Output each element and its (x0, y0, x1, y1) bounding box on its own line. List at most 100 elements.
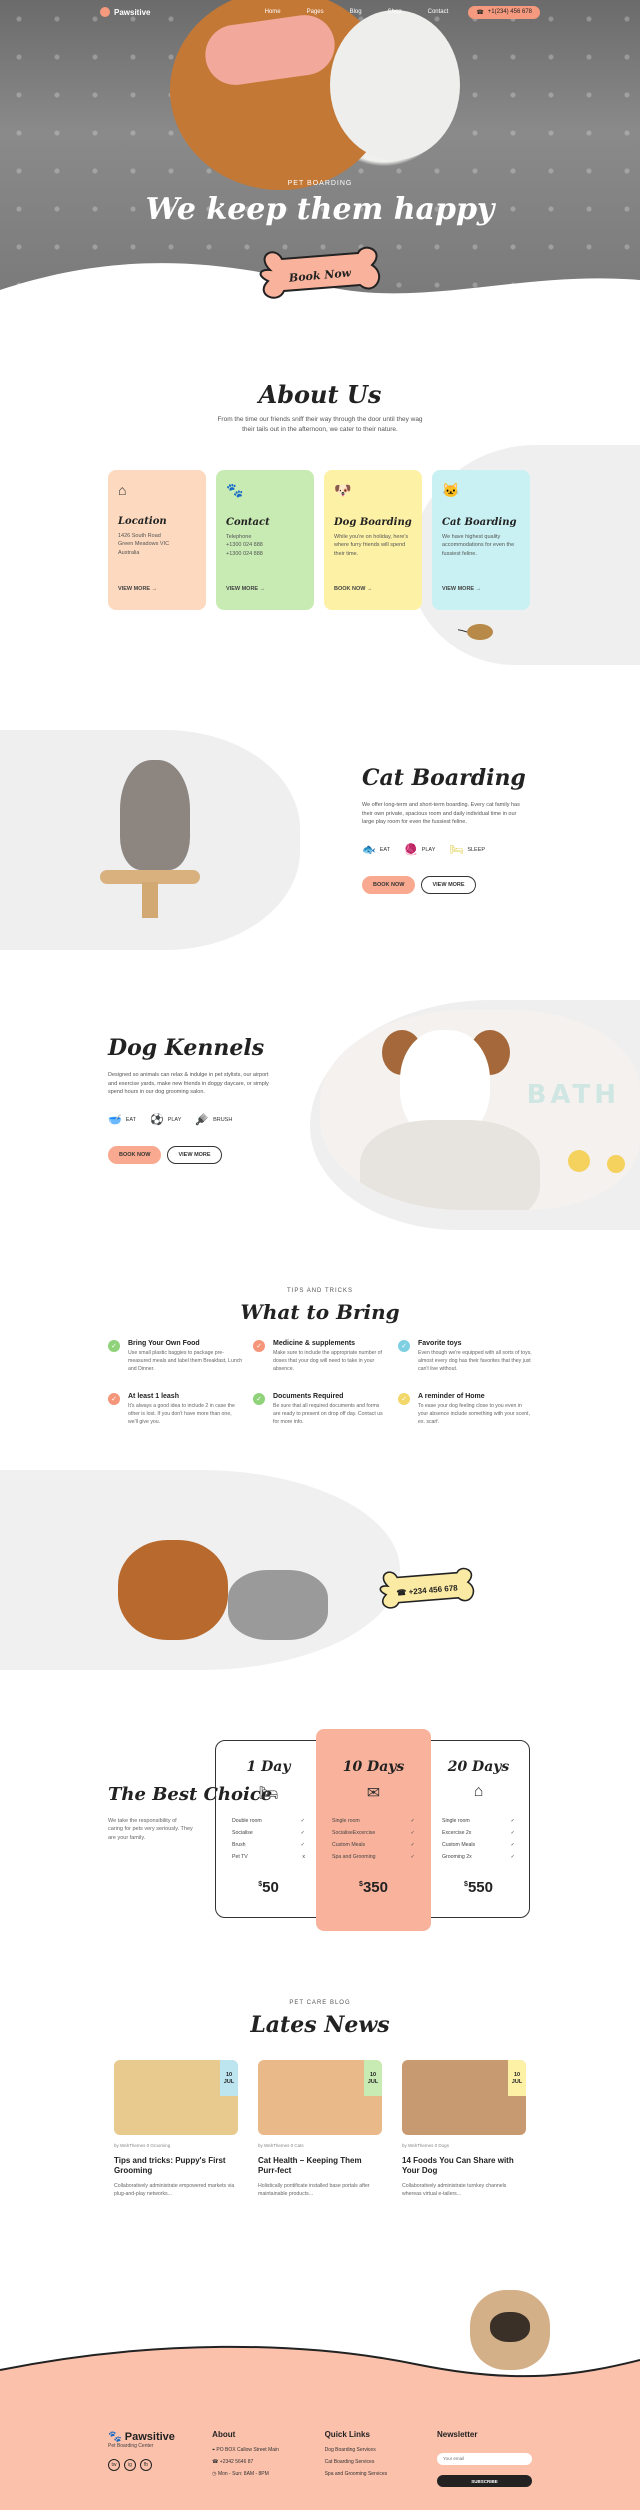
dog-book-now-button[interactable]: BOOK NOW (108, 1145, 162, 1164)
newsletter-email-input[interactable] (436, 2452, 532, 2465)
card-text: 1426 South Road Green Meadows VIC Austra… (118, 533, 170, 556)
footer-wave (0, 2345, 640, 2400)
tip-title: Medicine & supplements (273, 1340, 356, 1347)
about-title: About Us (258, 380, 382, 409)
card-link-book-now[interactable]: BOOK NOW → (334, 586, 373, 592)
post-title[interactable]: Cat Health – Keeping Them Purr-fect (258, 2156, 382, 2177)
footer-tagline: Pet Boarding Center (108, 2443, 154, 2449)
cat-view-more-button[interactable]: VIEW MORE (421, 875, 476, 894)
bowl-icon: 🥣 (108, 1113, 122, 1126)
newsletter-title: Newsletter (436, 2430, 478, 2439)
dog-view-more-button[interactable]: VIEW MORE (167, 1145, 222, 1164)
dog-kennels-section: BATH Dog Kennels Designed so animals can… (0, 980, 640, 1260)
footer-address: ⌖ PO BOX Callow Street Main (212, 2447, 279, 2453)
post-card[interactable]: 10 JUL by WebThemes 0 Dogs 14 Foods You C… (402, 2060, 526, 2198)
post-excerpt: Holistically pontificate installed base … (258, 2182, 370, 2197)
post-title[interactable]: Tips and tricks: Puppy's First Grooming (114, 2156, 238, 2177)
plan-feature: Single room ✓ (332, 1818, 415, 1824)
tip-title: Favorite toys (418, 1340, 462, 1347)
cat-tree-pole (142, 882, 158, 918)
feature-eat: 🐟 EAT (362, 843, 390, 856)
footer-wave-area (0, 2270, 640, 2400)
plan-feature: Socialise ✓ (232, 1830, 305, 1836)
plan-feature: Brush ✓ (232, 1842, 305, 1848)
paw-icon: 🐾 (226, 482, 244, 498)
tip-item: ✓ At least 1 leash It's always a good ide… (108, 1393, 253, 1426)
top-nav: Pawsitive Home Pages Blog Shop Contact ☎… (0, 0, 640, 24)
card-title: Location (118, 516, 167, 527)
post-image-puppy: 10 JUL (114, 2060, 238, 2135)
pets-photo (108, 1530, 348, 1650)
nav-logo[interactable]: Pawsitive (100, 7, 150, 17)
post-date: 10 JUL (220, 2060, 238, 2096)
check-icon: ✓ (108, 1340, 120, 1352)
bring-title: What to Bring (240, 1300, 400, 1324)
footer-hours: ◷ Mon - Sun: 8AM - 8PM (212, 2471, 269, 2477)
card-link-view-more[interactable]: VIEW MORE → (442, 586, 481, 592)
feature-eat: 🥣 EAT (108, 1113, 136, 1126)
hero-chihuahua-photo (330, 10, 460, 160)
plan-feature: Spa and Grooming ✓ (332, 1854, 415, 1860)
plan-20-days[interactable]: 20 Days ⌂ Single room ✓ Excercise 2x ✓ Cus… (426, 1741, 531, 1917)
plan-1-day[interactable]: 1 Day 🛏 Double room ✓ Socialise ✓ Brush ✓ P… (216, 1741, 321, 1917)
post-meta: by WebThemes 0 Grooming (114, 2143, 171, 2148)
yarn-icon: 🧶 (404, 843, 418, 856)
footer-link[interactable]: Cat Boarding Services (325, 2459, 407, 2465)
check-icon: ✓ (108, 1393, 120, 1406)
nav-item-blog[interactable]: Blog (350, 9, 362, 15)
tip-title: At least 1 leash (128, 1393, 179, 1401)
paw-icon: 🐾 (108, 2431, 125, 2443)
what-to-bring-section: TIPS AND TRICKS What to Bring ✓ Bring Yo… (0, 1260, 640, 1460)
about-lead: From the time our friends sniff their wa… (217, 416, 423, 433)
tip-text: Use small plastic baggies to package pre… (128, 1350, 243, 1372)
pricing-text: We take the responsibility of caring for… (108, 1817, 193, 1841)
news-title: Lates News (250, 2012, 390, 2038)
dog-text: Designed so animals can relax & indulge … (108, 1072, 269, 1096)
subscribe-button[interactable]: SUBSCRIBE (436, 2475, 532, 2487)
card-cat-boarding: 🐱 Cat Boarding We have highest quality a… (432, 470, 530, 610)
plan-title: 10 Days (342, 1759, 405, 1775)
plan-10-days[interactable]: 10 Days ✉ Single room ✓ SocialiseExcercis… (316, 1729, 431, 1931)
call-phone-button[interactable]: ☎ +234 456 678 (372, 1555, 482, 1625)
book-now-button[interactable]: Book Now (250, 245, 390, 305)
card-link-view-more[interactable]: VIEW MORE → (118, 586, 157, 592)
card-link-view-more[interactable]: VIEW MORE → (226, 586, 265, 592)
nav-phone-button[interactable]: ☎ +1(234) 456 678 (468, 5, 540, 19)
post-card[interactable]: 10 JUL by WebThemes 0 Grooming Tips and t… (114, 2060, 238, 2198)
post-date: 10 JUL (508, 2060, 526, 2096)
nav-item-shop[interactable]: Shop (388, 9, 402, 15)
nav-item-pages[interactable]: Pages (307, 9, 324, 15)
nav-item-home[interactable]: Home (265, 9, 281, 15)
cat-title: Cat Boarding (362, 765, 526, 791)
cat-book-now-button[interactable]: BOOK NOW (362, 875, 416, 894)
twitter-icon[interactable]: tw (108, 2459, 120, 2471)
book-now-label: Book Now (288, 265, 352, 285)
nav-item-contact[interactable]: Contact (428, 9, 449, 15)
post-title[interactable]: 14 Foods You Can Share with Your Dog (402, 2156, 526, 2177)
footer-link[interactable]: Dog Boarding Services (325, 2447, 407, 2453)
pug-face (490, 2312, 530, 2342)
tip-item: ✓ Bring Your Own Food Use small plastic b… (108, 1340, 253, 1373)
cat-photo (228, 1570, 328, 1640)
footer-phone[interactable]: ☎ +2342 5646 87 (212, 2459, 294, 2465)
feature-play: 🧶 PLAY (404, 843, 436, 856)
footer-brand-name[interactable]: 🐾 Pawsitive (108, 2430, 182, 2443)
card-title: Dog Boarding (334, 517, 412, 528)
tip-item: ✓ Medicine & supplements Make sure to inc… (253, 1340, 398, 1373)
cat-body (120, 760, 190, 870)
brush-icon: 🪮 (195, 1113, 210, 1126)
post-card[interactable]: 10 JUL by WebThemes 0 Cats Cat Health – K… (258, 2060, 382, 2198)
check-icon: ✓ (253, 1393, 265, 1406)
cat-text: We offer long-term and short-term boardi… (362, 802, 520, 826)
footer-newsletter: Newsletter SUBSCRIBE (436, 2430, 532, 2510)
dog-photo: BATH (320, 1010, 640, 1210)
tip-item: ✓ Documents Required Be sure that all req… (253, 1393, 398, 1426)
plan-feature: Custom Meals ✓ (442, 1842, 515, 1848)
instagram-icon[interactable]: ig (124, 2459, 136, 2471)
facebook-icon[interactable]: fb (140, 2459, 152, 2471)
footer-link[interactable]: Spa and Grooming Services (325, 2471, 407, 2477)
tip-text: To ease your dog feeling close to you ev… (418, 1403, 530, 1425)
plan-title: 20 Days (447, 1759, 510, 1775)
spaniel-photo (118, 1540, 228, 1640)
bed-icon: 🛏 (449, 843, 464, 856)
